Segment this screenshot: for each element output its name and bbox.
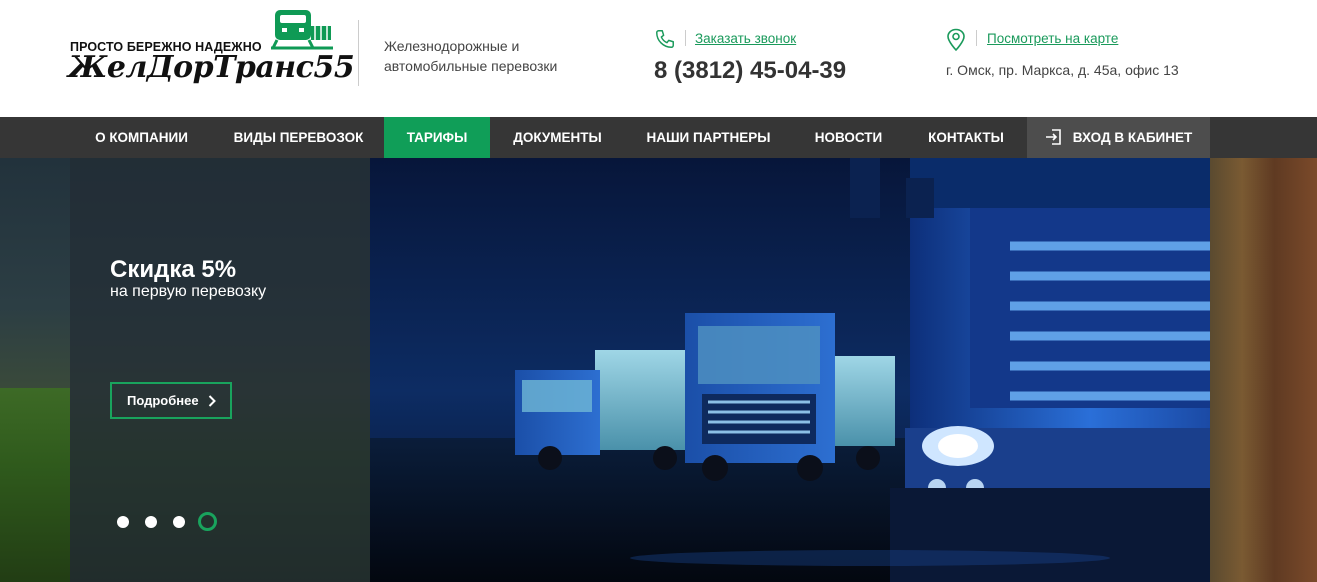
slider-dot-1[interactable] (117, 516, 129, 528)
company-tagline: Железнодорожные и автомобильные перевозк… (384, 38, 558, 74)
callback-link[interactable]: Заказать звонок (695, 31, 796, 46)
location-pin-icon (947, 28, 965, 52)
chevron-right-icon (208, 395, 216, 407)
phone-icon (656, 30, 674, 48)
promo-panel (70, 158, 370, 582)
slider-dot-4[interactable] (198, 512, 217, 531)
office-address: г. Омск, пр. Маркса, д. 45а, офис 13 (946, 62, 1179, 78)
nav-item-services[interactable]: ВИДЫ ПЕРЕВОЗОК (213, 117, 384, 158)
map-link[interactable]: Посмотреть на карте (987, 31, 1118, 46)
nav-item-documents[interactable]: ДОКУМЕНТЫ (490, 117, 625, 158)
logo[interactable]: ПРОСТО БЕРЕЖНО НАДЕЖНО ЖелДорТранс55 (68, 6, 355, 90)
nav-item-about[interactable]: О КОМПАНИИ (70, 117, 213, 158)
hero-background-grass (0, 388, 70, 582)
more-button[interactable]: Подробнее (110, 382, 232, 419)
more-button-label: Подробнее (127, 393, 199, 408)
site-header: ПРОСТО БЕРЕЖНО НАДЕЖНО ЖелДорТранс55 Жел… (0, 0, 1317, 117)
promo-subtitle: на первую перевозку (110, 283, 267, 300)
hero-background-right (1210, 158, 1317, 582)
login-label: ВХОД В КАБИНЕТ (1072, 130, 1193, 145)
hero-slider: Скидка 5% на первую перевозку Подробнее (0, 158, 1317, 582)
trucks-photo (370, 158, 1210, 582)
main-nav: О КОМПАНИИ ВИДЫ ПЕРЕВОЗОК ТАРИФЫ ДОКУМЕН… (0, 117, 1317, 158)
header-divider (358, 20, 359, 86)
login-button[interactable]: ВХОД В КАБИНЕТ (1027, 117, 1210, 158)
phone-number[interactable]: 8 (3812) 45-04-39 (654, 57, 846, 85)
nav-item-contacts[interactable]: КОНТАКТЫ (905, 117, 1027, 158)
slider-dot-3[interactable] (173, 516, 185, 528)
slider-dot-2[interactable] (145, 516, 157, 528)
logo-brand-name: ЖелДорТранс55 (68, 50, 355, 85)
phone-separator (685, 30, 686, 46)
address-separator (976, 30, 977, 46)
login-icon (1045, 129, 1061, 145)
train-icon (271, 10, 333, 50)
nav-item-news[interactable]: НОВОСТИ (792, 117, 905, 158)
nav-item-tariffs[interactable]: ТАРИФЫ (384, 117, 490, 158)
nav-item-partners[interactable]: НАШИ ПАРТНЕРЫ (625, 117, 792, 158)
promo-title: Скидка 5% (110, 256, 237, 283)
